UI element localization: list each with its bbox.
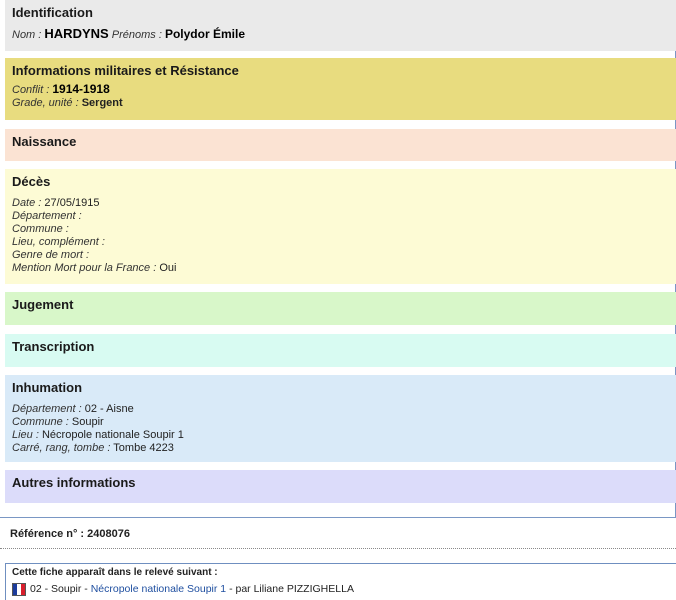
inh-commune-value: Soupir [71,416,104,428]
section-naissance: Naissance [5,129,676,161]
reference-label: Référence n° : [10,528,85,540]
section-inhumation: Inhumation Département : 02 - Aisne Comm… [5,375,676,462]
conflit-value: 1914-1918 [52,82,110,96]
releve-entry: 02 - Soupir - Nécropole nationale Soupir… [12,582,676,596]
conflit-label: Conflit : [12,84,50,96]
inh-lieu-value: Nécropole nationale Soupir 1 [41,429,184,441]
releve-suffix: - par Liliane PIZZIGHELLA [229,583,354,595]
inh-lieu-label: Lieu : [12,429,39,441]
section-title-identification: Identification [12,5,93,20]
deces-commune-label: Commune : [12,223,69,235]
releve-heading: Cette fiche apparaît dans le relevé suiv… [12,567,218,578]
inh-departement-label: Département : [12,403,82,415]
deces-lieu-label: Lieu, complément : [12,236,105,248]
section-transcription: Transcription [5,334,676,367]
deces-date-label: Date : [12,197,42,209]
section-title-jugement: Jugement [12,297,74,312]
inh-carre-label: Carré, rang, tombe : [12,442,111,454]
prenoms-label: Prénoms : [111,29,162,41]
reference-line: Référence n° : 2408076 [10,528,130,540]
inh-commune-label: Commune : [12,416,69,428]
deces-mention-label: Mention Mort pour la France : [12,262,157,274]
deces-mention-value: Oui [159,262,177,274]
nom-label: Nom : [12,29,42,41]
section-identification: Identification Nom : HARDYNS Prénoms : P… [5,0,676,51]
grade-label: Grade, unité : [12,97,79,109]
section-jugement: Jugement [5,292,676,325]
deces-date-value: 27/05/1915 [44,197,100,209]
prenoms-value: Polydor Émile [164,27,245,41]
section-title-inhumation: Inhumation [12,380,83,395]
section-title-autres: Autres informations [12,475,136,490]
releve-prefix: 02 - Soupir - [30,583,88,595]
deces-genre-label: Genre de mort : [12,249,90,261]
section-militaire: Informations militaires et Résistance Co… [5,58,676,120]
nom-value: HARDYNS [44,26,109,41]
deces-departement-label: Département : [12,210,82,222]
french-flag-icon [12,582,26,596]
dotted-divider [0,548,676,549]
section-autres-informations: Autres informations [5,470,676,503]
grade-value: Sergent [81,97,123,109]
section-title-transcription: Transcription [12,339,95,354]
inh-departement-value: 02 - Aisne [84,403,134,415]
inh-carre-value: Tombe 4223 [113,442,174,454]
releve-box: Cette fiche apparaît dans le relevé suiv… [5,563,676,600]
section-title-militaire: Informations militaires et Résistance [12,63,239,78]
section-deces: Décès Date : 27/05/1915 Département : Co… [5,169,676,284]
section-title-deces: Décès [12,174,51,189]
section-title-naissance: Naissance [12,134,77,149]
reference-value: 2408076 [87,528,130,540]
releve-link[interactable]: Nécropole nationale Soupir 1 [91,582,226,596]
